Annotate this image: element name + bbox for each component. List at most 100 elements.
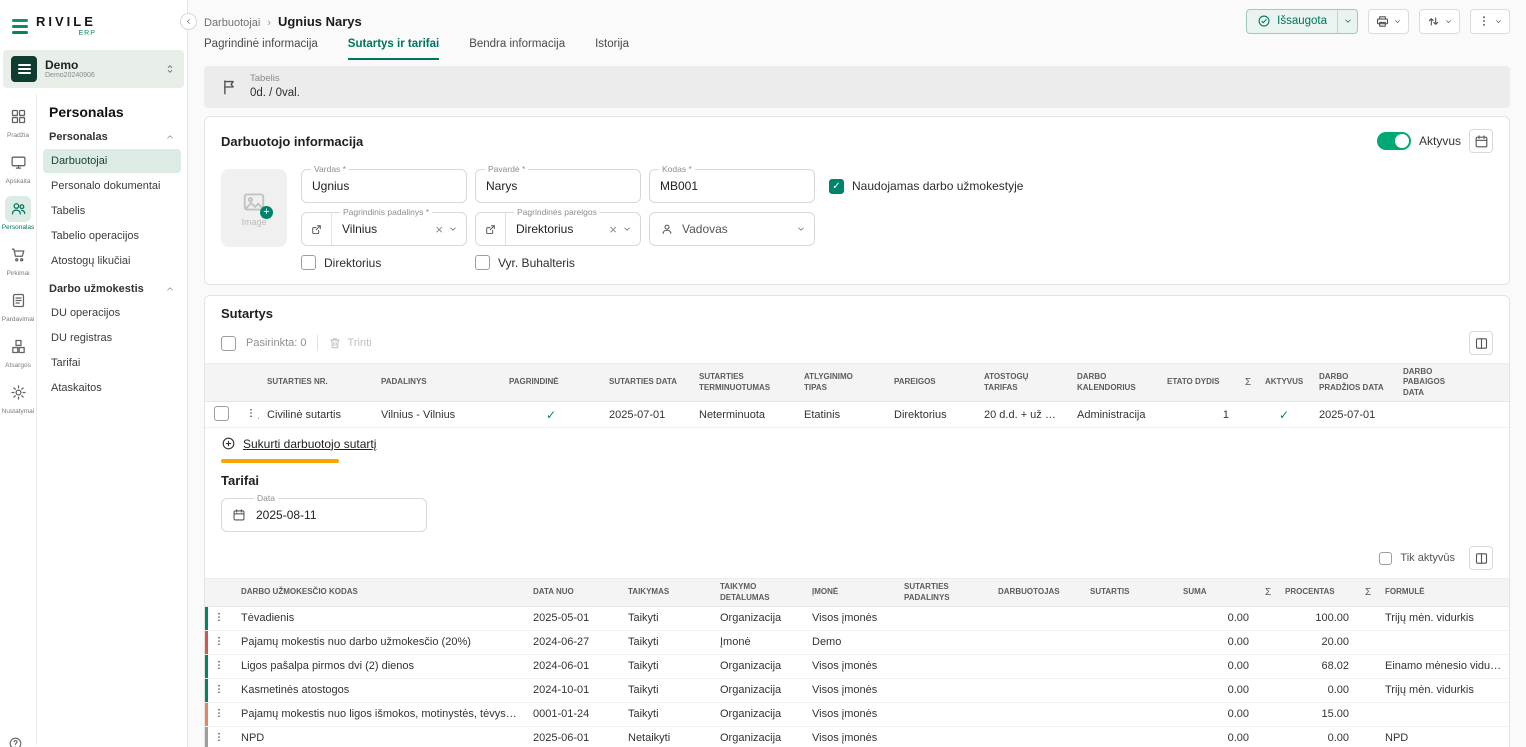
sidebar-item-personalo-dokumentai[interactable]: Personalo dokumentai xyxy=(43,174,181,198)
main-department-field[interactable]: Pagrindinis padalinys * Vilnius × xyxy=(301,212,467,246)
chief-accountant-checkbox[interactable]: Vyr. Buhalteris xyxy=(475,255,641,270)
saved-button[interactable]: Išsaugota xyxy=(1247,10,1337,33)
kebab-icon[interactable] xyxy=(213,659,225,671)
sidebar-item-atostog-liku-iai[interactable]: Atostogų likučiai xyxy=(43,249,181,273)
sidebar-collapse-button[interactable] xyxy=(180,13,197,30)
nav-group-personalas[interactable]: Personalas xyxy=(37,122,187,148)
sidebar-item-tarifai[interactable]: Tarifai xyxy=(43,351,181,375)
selected-count: Pasirinkta: 0 xyxy=(246,337,307,349)
last-name-field[interactable]: Pavardė * Narys xyxy=(475,169,641,203)
save-options-button[interactable] xyxy=(1337,10,1357,33)
row-checkbox[interactable] xyxy=(214,406,229,421)
rail-item-prad-ia[interactable]: Pradžia xyxy=(0,98,36,144)
delete-button[interactable]: Trinti xyxy=(328,336,372,350)
sum-cell xyxy=(1357,726,1377,747)
kebab-icon[interactable] xyxy=(213,635,225,647)
tab-sutartys-ir-tarifai[interactable]: Sutartys ir tarifai xyxy=(348,38,439,60)
kebab-icon[interactable] xyxy=(213,683,225,695)
row-menu-cell[interactable] xyxy=(205,654,233,678)
row-menu-cell[interactable] xyxy=(205,630,233,654)
sidebar-item-du-operacijos[interactable]: DU operacijos xyxy=(43,301,181,325)
tariff-row[interactable]: NPD2025-06-01NetaikytiOrganizacijaVisos … xyxy=(205,726,1510,747)
tabelis-banner[interactable]: Tabelis 0d. / 0val. xyxy=(204,66,1510,108)
clear-icon[interactable]: × xyxy=(435,223,443,236)
tariff-date-field[interactable]: Data 2025-08-11 xyxy=(221,498,427,532)
first-name-field[interactable]: Vardas * Ugnius xyxy=(301,169,467,203)
sidebar-item-darbuotojai[interactable]: Darbuotojai xyxy=(43,149,181,173)
nav-group-darbo-u-mokestis[interactable]: Darbo užmokestis xyxy=(37,274,187,300)
tariff-row[interactable]: Kasmetinės atostogos2024-10-01TaikytiOrg… xyxy=(205,678,1510,702)
tariffs-columns-button[interactable] xyxy=(1469,546,1493,570)
calendar-button[interactable] xyxy=(1469,129,1493,153)
open-department-button[interactable] xyxy=(302,213,332,245)
kebab-icon[interactable] xyxy=(213,611,225,623)
contracts-and-tariffs-card: Sutartys Pasirinkta: 0 Trinti SUTARTIES … xyxy=(204,295,1510,747)
clear-icon[interactable]: × xyxy=(609,223,617,236)
row-menu-cell[interactable] xyxy=(237,402,259,428)
contract-row[interactable]: Civilinė sutartisVilnius - Vilnius✓2025-… xyxy=(205,402,1510,428)
more-actions-button[interactable] xyxy=(1470,9,1510,34)
tab-pagrindin-informacija[interactable]: Pagrindinė informacija xyxy=(204,38,318,60)
active-toggle[interactable] xyxy=(1377,132,1411,150)
tab-istorija[interactable]: Istorija xyxy=(595,38,629,60)
row-menu-cell[interactable] xyxy=(205,726,233,747)
company-selector[interactable]: Demo Demo20240906 xyxy=(3,50,184,88)
contracts-columns-button[interactable] xyxy=(1469,331,1493,355)
sidebar-item-ataskaitos[interactable]: Ataskaitos xyxy=(43,376,181,400)
open-position-button[interactable] xyxy=(476,213,506,245)
sidebar-item-tabelio-operacijos[interactable]: Tabelio operacijos xyxy=(43,224,181,248)
main-position-field[interactable]: Pagrindinės pareigos Direktorius × xyxy=(475,212,641,246)
import-export-button[interactable] xyxy=(1419,9,1460,34)
chevron-down-icon xyxy=(1393,17,1402,26)
row-checkbox-cell[interactable] xyxy=(205,402,237,428)
cell-sutartis xyxy=(1082,606,1175,630)
field-value: Vilnius xyxy=(332,222,387,236)
cell-mon: Demo xyxy=(804,630,896,654)
tariff-row[interactable]: Pajamų mokestis nuo darbo užmokesčio (20… xyxy=(205,630,1510,654)
active-only-label: Tik aktyvūs xyxy=(1400,552,1455,564)
sum-cell xyxy=(1237,402,1257,428)
swap-company-icon xyxy=(164,63,176,75)
cell-padalinys: Vilnius - Vilnius xyxy=(373,402,501,428)
company-name: Demo xyxy=(45,58,95,72)
tariff-row[interactable]: Ligos pašalpa pirmos dvi (2) dienos2024-… xyxy=(205,654,1510,678)
director-checkbox[interactable]: Direktorius xyxy=(301,255,467,270)
row-menu-cell[interactable] xyxy=(205,702,233,726)
chevron-down-icon[interactable] xyxy=(622,224,632,234)
create-contract-link[interactable]: Sukurti darbuotojo sutartį xyxy=(221,436,376,451)
sidebar-item-du-registras[interactable]: DU registras xyxy=(43,326,181,350)
column-header-suma: SUMA xyxy=(1175,579,1257,607)
select-all-checkbox[interactable] xyxy=(221,336,236,351)
rail-item-personalas[interactable]: Personalas xyxy=(0,190,36,236)
help-icon[interactable] xyxy=(8,736,23,747)
payroll-checkbox[interactable]: Naudojamas darbo užmokestyje xyxy=(829,179,1023,194)
rail-item-pirkimai[interactable]: Pirkimai xyxy=(0,236,36,282)
sidebar-item-tabelis[interactable]: Tabelis xyxy=(43,199,181,223)
manager-select[interactable]: Vadovas xyxy=(649,212,815,246)
rail-item-atsargos[interactable]: Atsargos xyxy=(0,328,36,374)
kebab-icon[interactable] xyxy=(245,407,257,419)
header-menu-cell xyxy=(205,579,233,607)
breadcrumb-parent[interactable]: Darbuotojai xyxy=(204,17,260,29)
employee-photo-upload[interactable]: Image + xyxy=(221,169,287,247)
row-menu-cell[interactable] xyxy=(205,606,233,630)
print-button[interactable] xyxy=(1368,9,1409,34)
code-field[interactable]: Kodas * MB001 xyxy=(649,169,815,203)
checkbox-label: Naudojamas darbo užmokestyje xyxy=(852,179,1023,193)
rail-item-nustatymai[interactable]: Nustatymai xyxy=(0,374,36,420)
rail-item-apskaita[interactable]: Apskaita xyxy=(0,144,36,190)
kebab-icon[interactable] xyxy=(213,707,225,719)
row-menu-cell[interactable] xyxy=(205,678,233,702)
tariff-row[interactable]: Pajamų mokestis nuo ligos išmokos, motin… xyxy=(205,702,1510,726)
tariff-row[interactable]: Tėvadienis2025-05-01TaikytiOrganizacijaV… xyxy=(205,606,1510,630)
cell-sutartis xyxy=(1082,726,1175,747)
image-label: Image xyxy=(241,217,266,227)
chevron-down-icon[interactable] xyxy=(448,224,458,234)
saved-check-icon xyxy=(1257,14,1271,28)
rivile-logo[interactable]: RIVILE ERP xyxy=(0,0,187,46)
kebab-icon[interactable] xyxy=(213,731,225,743)
divider xyxy=(317,335,318,351)
tab-bendra-informacija[interactable]: Bendra informacija xyxy=(469,38,565,60)
active-only-checkbox[interactable]: Tik aktyvūs xyxy=(1379,552,1455,565)
rail-item-pardavimai[interactable]: Pardavimai xyxy=(0,282,36,328)
